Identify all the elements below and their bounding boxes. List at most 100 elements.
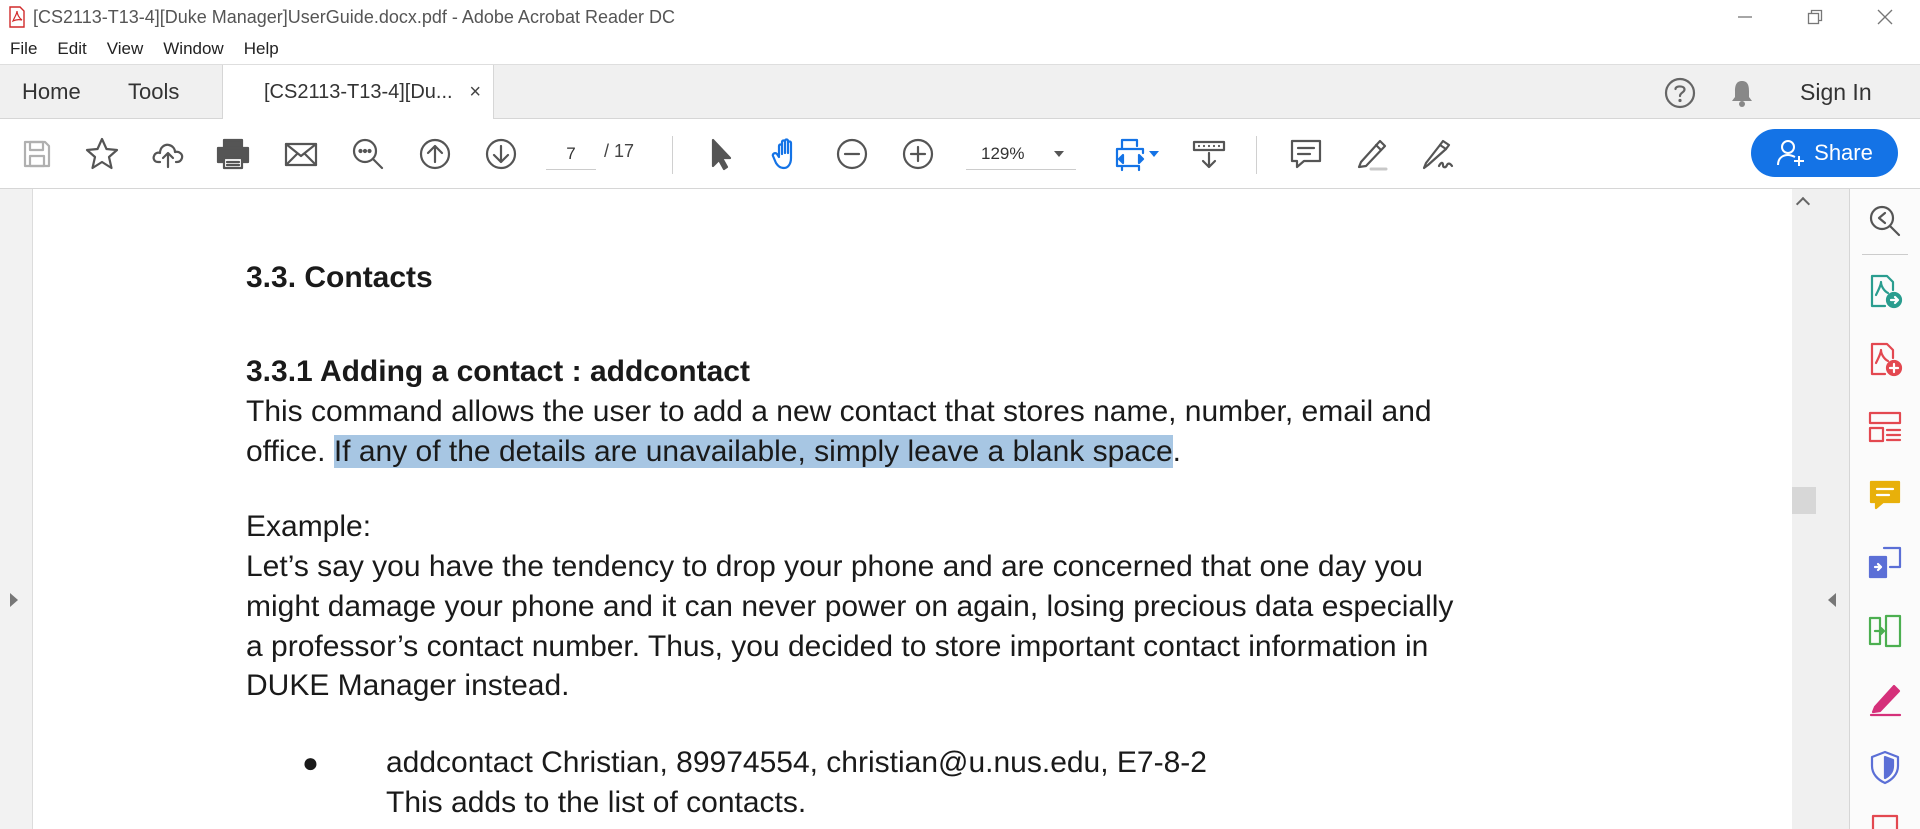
zoom-out-button[interactable] — [831, 133, 873, 175]
organize-pages-button[interactable] — [1867, 613, 1903, 649]
share-button[interactable]: Share — [1751, 129, 1898, 177]
print-button[interactable] — [212, 133, 254, 175]
edit-pdf-button[interactable] — [1867, 409, 1903, 445]
export-pdf-icon — [1870, 274, 1903, 309]
menu-edit[interactable]: Edit — [47, 34, 96, 64]
tab-home[interactable]: Home — [22, 65, 81, 119]
chevron-down-icon — [1149, 151, 1159, 157]
title-bar: [CS2113-T13-4][Duke Manager]UserGuide.do… — [0, 0, 1920, 34]
example-label: Example: — [246, 510, 372, 543]
combine-files-icon — [1868, 546, 1902, 579]
vertical-scrollbar[interactable] — [1792, 189, 1816, 829]
pen-sign-icon — [1422, 139, 1454, 170]
left-pane-strip — [0, 189, 33, 829]
create-pdf-icon — [1870, 342, 1903, 377]
highlight-button[interactable] — [1350, 133, 1392, 175]
example-line: Let’s say you have the tendency to drop … — [246, 550, 1423, 583]
intro-line-1: This command allows the user to add a ne… — [246, 395, 1432, 428]
cloud-upload-icon — [152, 143, 184, 169]
highlighted-selection[interactable]: If any of the details are unavailable, s… — [333, 435, 1173, 468]
window-title: [CS2113-T13-4][Duke Manager]UserGuide.do… — [33, 6, 676, 27]
acrobat-pdf-icon — [9, 6, 25, 28]
email-button[interactable] — [280, 133, 322, 175]
sign-button[interactable] — [1416, 133, 1458, 175]
fit-page-button[interactable] — [1103, 133, 1159, 175]
right-pane-gutter — [1816, 189, 1850, 829]
menu-view[interactable]: View — [97, 34, 154, 64]
expand-left-pane-icon[interactable] — [10, 593, 18, 607]
comment-icon — [1290, 139, 1322, 169]
arrow-up-circle-icon — [419, 138, 451, 170]
comment-tool-button[interactable] — [1867, 477, 1903, 513]
document-area: 3.3. Contacts 3.3.1 Adding a contact : a… — [0, 189, 1920, 829]
zoom-value: 129% — [981, 143, 1025, 163]
mail-icon — [284, 142, 318, 167]
example-line: might damage your phone and it can never… — [246, 590, 1454, 623]
highlighter-icon — [1357, 139, 1388, 171]
menu-help[interactable]: Help — [234, 34, 289, 64]
page-number-input[interactable] — [546, 138, 596, 170]
plus-circle-icon — [902, 138, 934, 170]
fill-sign-button[interactable] — [1867, 681, 1903, 717]
cursor-arrow-icon — [711, 138, 732, 171]
bullet-marker: ● — [302, 747, 319, 778]
pdf-tool-icon — [1871, 814, 1899, 829]
upload-cloud-button[interactable] — [147, 133, 189, 175]
fill-sign-icon — [1869, 684, 1902, 717]
intro-prefix: office. — [246, 435, 334, 468]
tab-bar: Home Tools [CS2113-T13-4][Du... × Sign I… — [0, 64, 1920, 120]
tools-pane — [1850, 189, 1920, 829]
restore-icon — [1807, 9, 1823, 25]
bullet-command: addcontact Christian, 89974554, christia… — [386, 746, 1207, 779]
scrolling-mode-button[interactable] — [1188, 133, 1230, 175]
organize-pages-icon — [1868, 614, 1902, 648]
toolbar-divider — [672, 136, 673, 174]
tools-pane-divider — [1862, 254, 1908, 255]
sign-in-button[interactable]: Sign In — [1800, 65, 1872, 119]
search-icon — [352, 138, 384, 170]
create-pdf-button[interactable] — [1867, 341, 1903, 377]
help-icon[interactable] — [1663, 76, 1697, 110]
next-page-button[interactable] — [480, 133, 522, 175]
minus-circle-icon — [836, 138, 868, 170]
printer-icon — [216, 138, 250, 170]
pdf-page[interactable]: 3.3. Contacts 3.3.1 Adding a contact : a… — [33, 189, 1792, 829]
combine-files-button[interactable] — [1867, 545, 1903, 581]
scroll-up-icon[interactable] — [1795, 196, 1811, 212]
menu-window[interactable]: Window — [153, 34, 233, 64]
restore-button[interactable] — [1780, 0, 1850, 34]
close-tab-button[interactable]: × — [469, 65, 481, 119]
zoom-in-button[interactable] — [897, 133, 939, 175]
fit-page-icon — [1115, 138, 1145, 172]
example-line: DUKE Manager instead. — [246, 669, 570, 702]
select-tool-button[interactable] — [700, 133, 742, 175]
scrollbar-thumb[interactable] — [1792, 487, 1816, 514]
tab-document[interactable]: [CS2113-T13-4][Du... × — [222, 65, 494, 120]
previous-page-button[interactable] — [414, 133, 456, 175]
hand-tool-button[interactable] — [766, 133, 808, 175]
search-tools-button[interactable] — [1867, 203, 1903, 239]
minimize-button[interactable] — [1710, 0, 1780, 34]
menu-file[interactable]: File — [0, 34, 47, 64]
close-window-button[interactable] — [1850, 0, 1920, 34]
star-icon — [85, 137, 119, 170]
search-tools-icon — [1869, 205, 1901, 237]
toolbar-divider — [1256, 136, 1257, 174]
save-button[interactable] — [16, 133, 58, 175]
bookmark-button[interactable] — [81, 133, 123, 175]
hand-icon — [771, 138, 793, 170]
more-tools-button[interactable] — [1867, 814, 1903, 829]
zoom-dropdown[interactable]: 129% — [966, 138, 1076, 170]
export-pdf-button[interactable] — [1867, 273, 1903, 309]
tab-tools[interactable]: Tools — [128, 65, 179, 119]
notification-bell-icon[interactable] — [1725, 76, 1759, 110]
collapse-right-pane-icon[interactable] — [1828, 593, 1836, 607]
comment-button[interactable] — [1285, 133, 1327, 175]
chevron-down-icon — [1054, 151, 1064, 157]
subsection-heading: 3.3.1 Adding a contact : addcontact — [246, 355, 750, 388]
protect-button[interactable] — [1867, 749, 1903, 785]
toolbar: / 17 129% Share — [0, 119, 1920, 189]
scroll-mode-icon — [1192, 140, 1226, 169]
minimize-icon — [1738, 16, 1752, 18]
find-button[interactable] — [347, 133, 389, 175]
